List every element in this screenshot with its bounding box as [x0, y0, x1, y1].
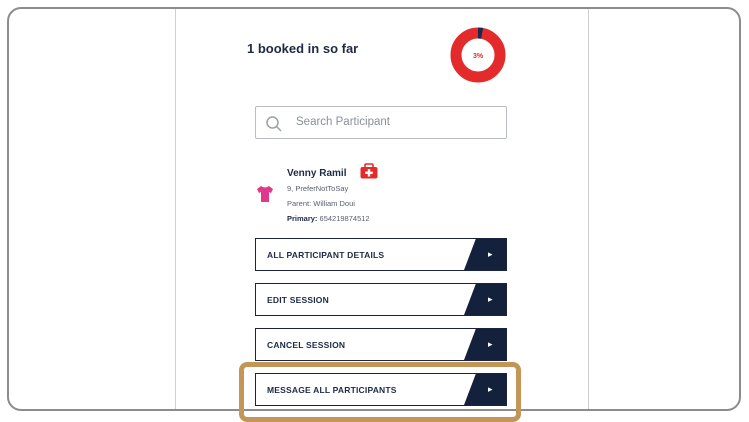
edit-session-button[interactable]: EDIT SESSION ▸: [255, 283, 507, 316]
booking-progress-donut: 3%: [450, 27, 506, 83]
primary-label: Primary:: [287, 214, 318, 223]
all-participant-details-button[interactable]: ALL PARTICIPANT DETAILS ▸: [255, 238, 507, 271]
participant-primary-line: Primary: 654219874512: [287, 214, 370, 223]
progress-percent-label: 3%: [473, 53, 484, 60]
chevron-right-icon: ▸: [464, 239, 506, 270]
chevron-right-icon: ▸: [464, 329, 506, 360]
search-placeholder: Search Participant: [296, 116, 390, 128]
edit-session-label: EDIT SESSION: [267, 295, 329, 305]
search-participant-input[interactable]: Search Participant: [255, 106, 507, 139]
right-divider: [588, 9, 589, 409]
medical-kit-icon: [360, 163, 378, 179]
t-shirt-icon: [257, 186, 273, 202]
participant-parent-line: Parent: William Doui: [287, 199, 355, 208]
booked-count-text: 1 booked in so far: [247, 41, 359, 56]
highlight-box: [239, 362, 521, 422]
cancel-session-label: CANCEL SESSION: [267, 340, 346, 350]
cancel-session-button[interactable]: CANCEL SESSION ▸: [255, 328, 507, 361]
all-participant-details-label: ALL PARTICIPANT DETAILS: [267, 250, 385, 260]
primary-value: 654219874512: [319, 214, 370, 223]
search-icon: [266, 116, 282, 132]
chevron-right-icon: ▸: [464, 284, 506, 315]
participant-gender-line: 9, PreferNotToSay: [287, 184, 349, 193]
left-divider: [175, 9, 176, 409]
participant-name[interactable]: Venny Ramil: [287, 168, 346, 179]
